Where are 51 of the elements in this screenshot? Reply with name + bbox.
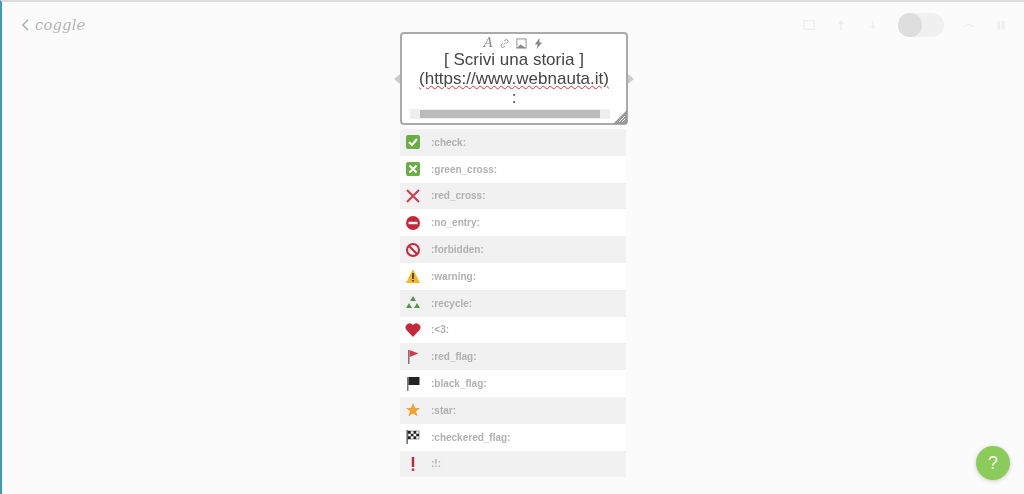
no-entry-icon — [405, 214, 421, 231]
emoji-code: :red_flag: — [431, 351, 477, 363]
emoji-suggestion[interactable]: :red_cross: — [400, 182, 626, 210]
checkered-flag-icon — [405, 429, 421, 446]
emoji-suggestion[interactable]: :recycle: — [400, 289, 626, 317]
emoji-suggestion[interactable]: :star: — [400, 396, 626, 424]
avatar — [898, 13, 922, 37]
emoji-code: :star: — [431, 404, 456, 416]
check-icon — [405, 134, 421, 151]
emoji-suggestion[interactable]: :green_cross: — [400, 155, 626, 183]
forbidden-icon — [405, 241, 421, 258]
emoji-code: :red_cross: — [431, 190, 486, 202]
emoji-code: :recycle: — [431, 297, 473, 309]
star-icon — [405, 402, 421, 419]
back-link[interactable]: coggle — [22, 16, 86, 34]
pennant-flag-icon — [405, 348, 421, 365]
heart-icon — [405, 321, 421, 338]
emoji-code: :check: — [431, 136, 466, 148]
square-flag-icon — [405, 375, 421, 392]
emoji-code: :no_entry: — [431, 217, 480, 229]
cross-box-icon — [405, 161, 421, 178]
warning-icon — [405, 268, 421, 285]
node-editor[interactable]: A [ Scrivi una storia ] (https://www.webnauta.it) : — [400, 32, 628, 125]
emoji-suggestion[interactable]: :warning: — [400, 263, 626, 290]
user-menu[interactable] — [898, 13, 944, 37]
emoji-suggestion[interactable]: :red_flag: — [400, 343, 626, 371]
emoji-suggestion[interactable]: :check: — [400, 129, 626, 156]
emoji-code: :green_cross: — [431, 163, 498, 175]
emoji-code: :warning: — [431, 270, 476, 282]
scrollbar[interactable] — [410, 109, 610, 119]
emoji-suggestion[interactable]: :black_flag: — [400, 370, 626, 397]
emoji-suggestion[interactable]: :checkered_flag: — [400, 423, 626, 451]
font-button[interactable]: A — [483, 36, 494, 50]
cross-icon — [405, 188, 421, 204]
resize-handle-icon[interactable] — [613, 110, 627, 124]
help-button[interactable]: ? — [976, 446, 1010, 480]
emoji-code: :<3: — [431, 324, 450, 336]
emoji-suggestion[interactable]: :<3: — [400, 316, 626, 344]
emoji-code: :!: — [431, 458, 441, 470]
node-text-line: : — [510, 88, 518, 107]
emoji-code: :forbidden: — [431, 244, 484, 256]
emoji-suggestion[interactable]: :!: — [400, 450, 626, 478]
image-icon[interactable] — [516, 37, 528, 49]
emoji-suggestion[interactable]: :forbidden: — [400, 236, 626, 263]
emoji-code: :checkered_flag: — [431, 431, 511, 443]
node-text-line: [ Scrivi una storia ] — [443, 50, 585, 69]
chevron-icon — [22, 19, 29, 31]
node-text-line: (https://www.webnauta.it) — [418, 69, 610, 88]
link-icon[interactable] — [499, 37, 511, 49]
emoji-suggestion[interactable]: :no_entry: — [400, 209, 626, 237]
emoji-code: :black_flag: — [431, 378, 487, 390]
